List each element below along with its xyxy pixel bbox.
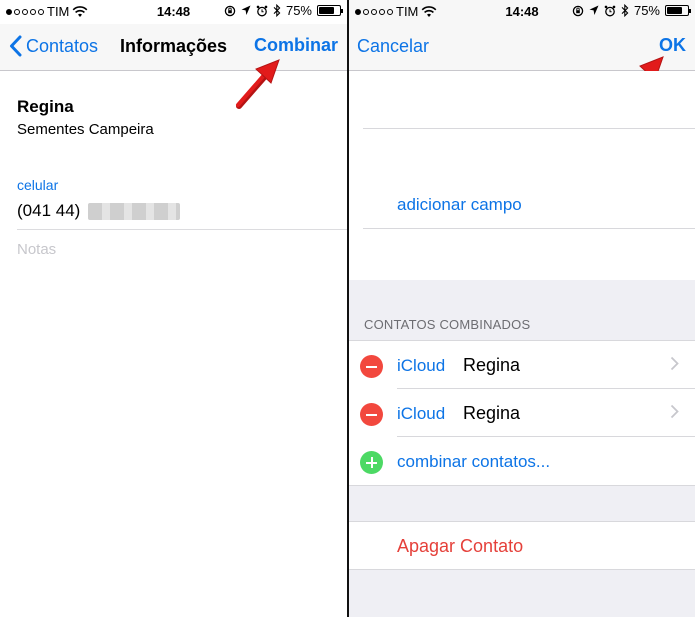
rotation-lock-icon (572, 5, 584, 16)
separator (363, 128, 695, 129)
battery-fill (667, 7, 682, 14)
bluetooth-icon (273, 4, 281, 17)
phone-number[interactable]: (041 44) (17, 201, 181, 221)
battery-icon (317, 5, 343, 16)
ok-button[interactable]: OK (659, 35, 686, 56)
chevron-left-icon (10, 35, 22, 57)
linked-contact-row[interactable]: iCloud Regina (349, 341, 695, 389)
contact-name: Regina (17, 97, 74, 116)
location-arrow-icon (241, 5, 251, 15)
notes-field[interactable]: Notas (17, 241, 56, 258)
location-arrow-icon (589, 5, 599, 15)
battery-percent: 75% (285, 3, 312, 18)
link-contacts-button[interactable]: combinar contatos... (397, 452, 550, 472)
linked-contact-name: Regina (463, 355, 521, 375)
phone-number-visible: (041 44) (17, 201, 81, 220)
edit-fields-area (349, 71, 695, 280)
battery-icon (665, 5, 691, 16)
link-button[interactable]: Combinar (254, 35, 338, 56)
status-bar: TIM 14:48 75% (0, 0, 347, 24)
separator (17, 229, 347, 230)
linked-contact-name: Regina (463, 403, 521, 423)
minus-circle-icon[interactable] (360, 355, 383, 378)
contact-company: Sementes Campeira (17, 121, 154, 138)
link-contacts-row[interactable]: combinar contatos... (349, 437, 695, 485)
delete-contact-button[interactable]: Apagar Contato (397, 536, 523, 557)
chevron-right-icon (670, 356, 679, 371)
plus-circle-icon[interactable] (360, 451, 383, 474)
alarm-icon (256, 5, 268, 16)
linked-contacts-header: CONTATOS COMBINADOS (364, 317, 531, 332)
status-bar: TIM 14:48 75% (349, 0, 695, 24)
battery-percent: 75% (633, 3, 660, 18)
bluetooth-icon (621, 4, 629, 17)
linked-contact-source: iCloud (397, 404, 446, 423)
rotation-lock-icon (224, 5, 236, 16)
linked-contact-source: iCloud (397, 356, 446, 375)
add-field-button[interactable]: adicionar campo (397, 195, 522, 215)
annotation-arrow (236, 59, 280, 109)
edit-contact-screen: TIM 14:48 75% Cancelar OK adicionar camp… (349, 0, 695, 617)
navigation-bar: Contatos Informações Combinar (0, 24, 347, 71)
back-button-label: Contatos (26, 35, 99, 56)
linked-contacts-list: iCloud Regina iCloud Regina combinar con… (349, 340, 695, 486)
alarm-icon (604, 5, 616, 16)
minus-circle-icon[interactable] (360, 403, 383, 426)
contact-info-screen: TIM 14:48 75% Contatos Informações Combi… (0, 0, 347, 617)
chevron-right-icon (670, 404, 679, 419)
separator (363, 228, 695, 229)
phone-label: celular (17, 177, 59, 193)
back-button[interactable]: Contatos (9, 35, 98, 57)
linked-contact-row[interactable]: iCloud Regina (349, 389, 695, 437)
phone-number-redacted (88, 202, 181, 220)
battery-fill (319, 7, 334, 14)
page-title: Informações (120, 36, 228, 56)
cancel-button[interactable]: Cancelar (357, 36, 429, 57)
